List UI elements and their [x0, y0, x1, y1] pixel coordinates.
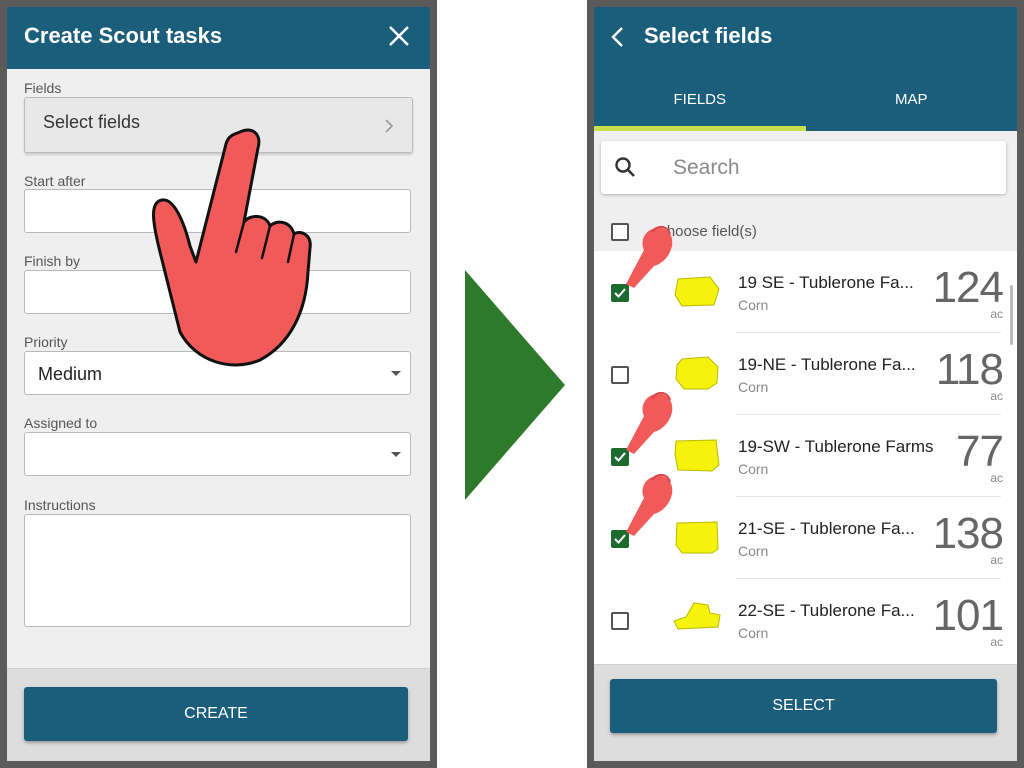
tab-bar: FIELDS MAP	[594, 69, 1017, 131]
search-icon	[615, 157, 635, 177]
pointing-hand-icon	[152, 128, 312, 367]
pointing-hand-icon	[626, 392, 673, 454]
bottom-bar: CREATE	[7, 668, 430, 761]
finish-by-label: Finish by	[24, 253, 81, 269]
screen-title: Select fields	[644, 23, 773, 48]
instructions-textarea[interactable]	[24, 514, 411, 627]
field-name: 22-SE - Tublerone Fa...	[738, 601, 915, 620]
field-acres: 118	[935, 345, 1004, 394]
priority-label: Priority	[24, 334, 68, 350]
pointing-hand-icon	[626, 474, 673, 536]
field-crop: Corn	[738, 461, 769, 477]
assigned-to-label: Assigned to	[24, 415, 98, 431]
field-name: 19-NE - Tublerone Fa...	[738, 355, 916, 374]
select-fields-text: Select fields	[43, 112, 141, 132]
field-acres: 138	[932, 509, 1004, 558]
back-arrow-icon[interactable]	[608, 25, 628, 49]
field-name: 21-SE - Tublerone Fa...	[738, 519, 915, 538]
tab-map[interactable]: MAP	[806, 69, 1018, 131]
field-unit: ac	[990, 553, 1003, 567]
field-shape-icon	[674, 276, 720, 307]
create-scout-tasks-screen: Create Scout tasks Fields Select fields …	[0, 0, 437, 768]
close-icon[interactable]	[384, 21, 414, 51]
field-acres: 101	[932, 591, 1004, 640]
dropdown-arrow-icon	[391, 452, 401, 457]
dropdown-arrow-icon	[391, 371, 401, 376]
field-name: 19 SE - Tublerone Fa...	[738, 273, 914, 292]
screen-title: Create Scout tasks	[24, 23, 223, 48]
field-unit: ac	[990, 471, 1003, 485]
search-input[interactable]: Search	[601, 141, 1006, 194]
transition-arrow-icon	[465, 270, 565, 500]
scrollbar[interactable]	[1010, 285, 1013, 345]
select-button[interactable]: SELECT	[610, 679, 997, 733]
assigned-to-dropdown[interactable]	[24, 432, 411, 476]
bottom-bar: SELECT	[594, 664, 1017, 761]
search-placeholder: Search	[673, 156, 740, 179]
pointing-hand-icon	[626, 226, 673, 288]
fields-label: Fields	[24, 80, 62, 96]
create-button[interactable]: CREATE	[24, 687, 408, 741]
field-acres: 124	[932, 263, 1004, 312]
field-unit: ac	[990, 635, 1003, 649]
priority-value: Medium	[38, 364, 103, 384]
field-shape-icon	[673, 602, 721, 630]
field-crop: Corn	[738, 625, 769, 641]
field-shape-icon	[675, 356, 719, 390]
field-crop: Corn	[738, 543, 769, 559]
field-crop: Corn	[738, 297, 769, 313]
list-item[interactable]: 22-SE - Tublerone Fa... Corn 101 ac	[594, 579, 1017, 661]
field-unit: ac	[990, 307, 1003, 321]
tab-fields[interactable]: FIELDS	[594, 69, 806, 131]
field-checkbox[interactable]	[611, 612, 629, 630]
field-acres: 77	[956, 427, 1004, 476]
instructions-label: Instructions	[24, 497, 96, 513]
app-bar: Select fields	[594, 7, 1017, 69]
field-shape-icon	[674, 439, 720, 472]
field-unit: ac	[990, 389, 1003, 403]
field-crop: Corn	[738, 379, 769, 395]
field-shape-icon	[675, 521, 719, 554]
app-bar: Create Scout tasks	[7, 7, 430, 69]
field-name: 19-SW - Tublerone Farms	[738, 437, 934, 456]
start-after-label: Start after	[24, 173, 86, 189]
chevron-right-icon	[385, 119, 394, 133]
active-tab-indicator	[594, 126, 806, 131]
